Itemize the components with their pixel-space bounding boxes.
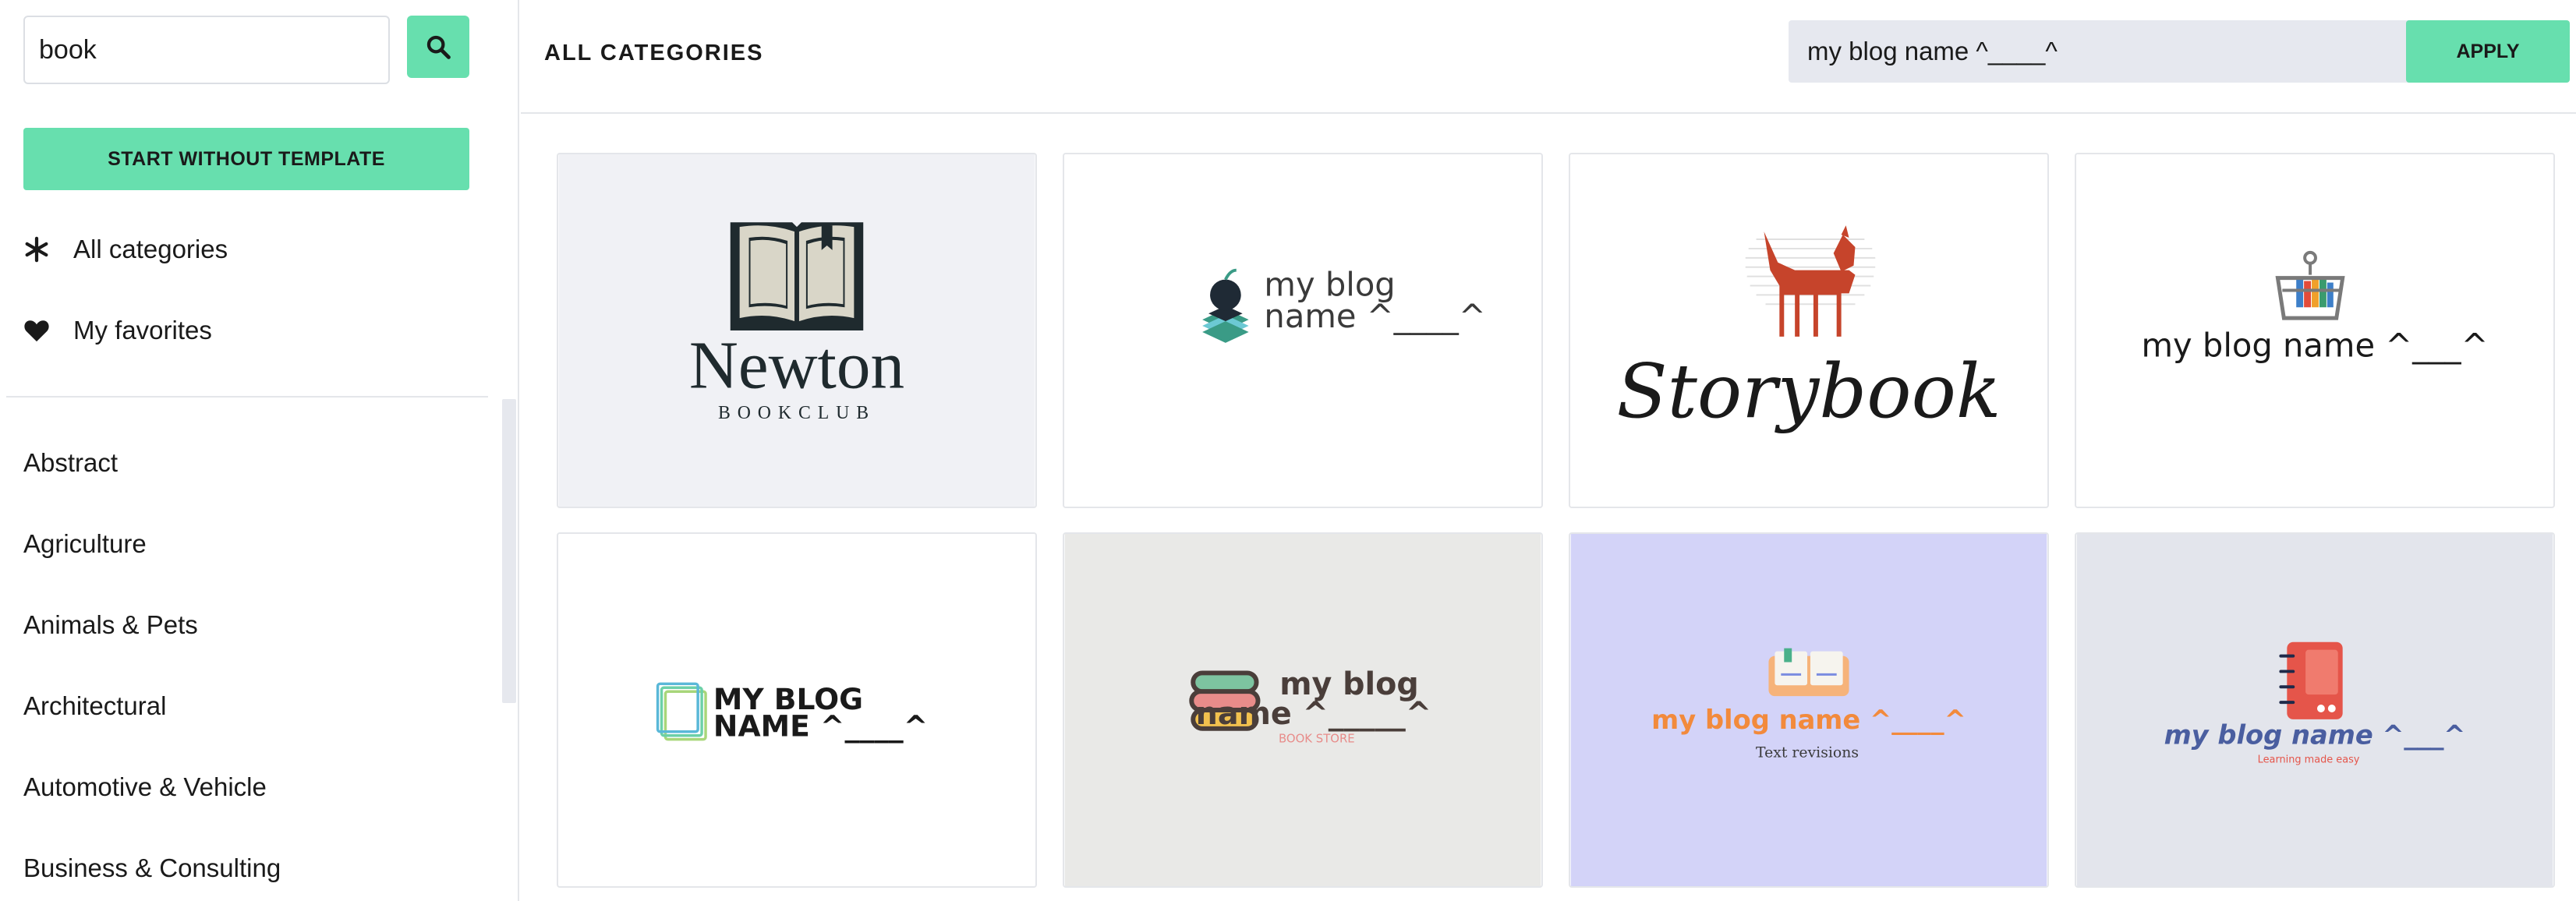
template-card[interactable]: MY BLOG NAME ^____^: [557, 532, 1037, 888]
category-item[interactable]: Abstract: [23, 440, 118, 486]
logo-name-text: Newton: [689, 327, 904, 402]
nav-all-categories[interactable]: All categories: [23, 226, 228, 273]
category-item[interactable]: Architectural: [23, 683, 166, 730]
asterisk-icon: [23, 236, 50, 263]
open-book-icon: [730, 222, 864, 330]
brand-name-input[interactable]: [1789, 20, 2442, 83]
search-icon: [426, 35, 451, 59]
template-card[interactable]: my blog name ^_____^ BOOK STORE: [1063, 532, 1543, 888]
notebook-icon: [2279, 641, 2343, 719]
template-preview: my blog name ^____^ Text revisions: [1570, 534, 2047, 886]
sidebar: START WITHOUT TEMPLATE All categories My…: [0, 0, 519, 901]
logo-name-text: name ^_____^: [1196, 696, 1431, 732]
category-item[interactable]: Agriculture: [23, 521, 147, 567]
logo-tagline-text: Learning made easy: [2258, 754, 2360, 765]
template-preview: my blog name ^____^: [1064, 154, 1541, 507]
logo-name-text: NAME ^____^: [713, 709, 928, 744]
logo-tagline-text: BOOKCLUB: [718, 403, 876, 423]
template-card[interactable]: Storybook: [1569, 153, 2049, 508]
page-title: ALL CATEGORIES: [544, 41, 764, 65]
logo-name-text: my blog name ^____^: [1651, 705, 1966, 735]
category-item[interactable]: Automotive & Vehicle: [23, 764, 267, 811]
template-preview: Newton BOOKCLUB: [558, 154, 1035, 507]
category-item[interactable]: Business & Consulting: [23, 845, 281, 892]
card-background: [1570, 154, 2047, 507]
template-preview: my blog name ^_____^ BOOK STORE: [1064, 534, 1541, 886]
category-item[interactable]: Animals & Pets: [23, 602, 198, 648]
template-card[interactable]: my blog name ^____^: [1063, 153, 1543, 508]
start-without-template-button[interactable]: START WITHOUT TEMPLATE: [23, 128, 469, 190]
logo-name-text: name ^____^: [1264, 297, 1485, 335]
template-card[interactable]: my blog name ^___^: [2075, 153, 2555, 508]
template-card[interactable]: my blog name ^____^ Text revisions: [1569, 532, 2049, 888]
heart-icon: [23, 317, 50, 344]
nav-my-favorites[interactable]: My favorites: [23, 307, 212, 354]
nav-label: My favorites: [73, 316, 212, 344]
template-preview: MY BLOG NAME ^____^: [558, 534, 1035, 886]
logo-name-text: my blog name ^___^: [2164, 720, 2466, 751]
template-preview: Storybook: [1570, 154, 2047, 507]
template-card[interactable]: my blog name ^___^ Learning made easy: [2075, 532, 2555, 888]
header: ALL CATEGORIES APPLY: [521, 0, 2576, 114]
search-input[interactable]: [23, 16, 390, 84]
search-button[interactable]: [407, 16, 469, 78]
logo-name-text: my blog name ^___^: [2142, 327, 2489, 365]
template-preview: my blog name ^___^: [2076, 154, 2553, 507]
template-preview: my blog name ^___^ Learning made easy: [2076, 534, 2553, 886]
sidebar-divider: [6, 396, 488, 398]
logo-tagline-text: BOOK STORE: [1279, 732, 1355, 746]
scrollbar-thumb[interactable]: [502, 399, 516, 703]
logo-name-text: Storybook: [1616, 349, 2001, 435]
logo-tagline-text: Text revisions: [1756, 744, 1859, 761]
apply-button[interactable]: APPLY: [2406, 20, 2570, 83]
template-card[interactable]: Newton BOOKCLUB: [557, 153, 1037, 508]
nav-label: All categories: [73, 235, 228, 263]
